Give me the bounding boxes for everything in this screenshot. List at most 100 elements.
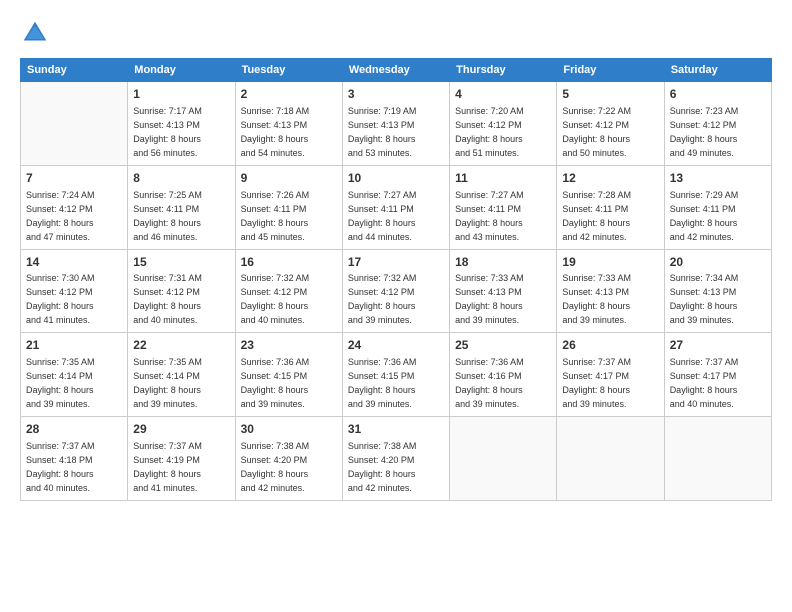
day-info: Sunrise: 7:22 AM Sunset: 4:12 PM Dayligh…: [562, 106, 631, 158]
day-number: 9: [241, 170, 337, 187]
day-cell: [450, 417, 557, 501]
day-info: Sunrise: 7:36 AM Sunset: 4:15 PM Dayligh…: [241, 357, 310, 409]
day-cell: 1Sunrise: 7:17 AM Sunset: 4:13 PM Daylig…: [128, 82, 235, 166]
day-info: Sunrise: 7:33 AM Sunset: 4:13 PM Dayligh…: [562, 273, 631, 325]
page: SundayMondayTuesdayWednesdayThursdayFrid…: [0, 0, 792, 612]
day-cell: 4 Sunrise: 7:20 AM Sunset: 4:12 PM Daylig…: [450, 82, 557, 166]
day-cell: 21 Sunrise: 7:35 AM Sunset: 4:14 PM Dayli…: [21, 333, 128, 417]
day-info: Sunrise: 7:37 AM Sunset: 4:17 PM Dayligh…: [562, 357, 631, 409]
logo-icon: [20, 18, 50, 48]
day-info: Sunrise: 7:35 AM Sunset: 4:14 PM Dayligh…: [26, 357, 95, 409]
day-info: Sunrise: 7:24 AM Sunset: 4:12 PM Dayligh…: [26, 190, 95, 242]
day-info: Sunrise: 7:23 AM Sunset: 4:12 PM Dayligh…: [670, 106, 739, 158]
day-info: Sunrise: 7:36 AM Sunset: 4:15 PM Dayligh…: [348, 357, 417, 409]
header-cell-sunday: Sunday: [21, 59, 128, 82]
day-cell: 13Sunrise: 7:29 AM Sunset: 4:11 PM Dayli…: [664, 165, 771, 249]
day-cell: 26 Sunrise: 7:37 AM Sunset: 4:17 PM Dayli…: [557, 333, 664, 417]
day-cell: 27 Sunrise: 7:37 AM Sunset: 4:17 PM Dayli…: [664, 333, 771, 417]
day-cell: 8 Sunrise: 7:25 AM Sunset: 4:11 PM Daylig…: [128, 165, 235, 249]
day-number: 13: [670, 170, 766, 187]
day-info: Sunrise: 7:38 AM Sunset: 4:20 PM Dayligh…: [348, 441, 417, 493]
day-cell: [557, 417, 664, 501]
day-cell: 31Sunrise: 7:38 AM Sunset: 4:20 PM Dayli…: [342, 417, 449, 501]
day-info: Sunrise: 7:32 AM Sunset: 4:12 PM Dayligh…: [241, 273, 310, 325]
day-info: Sunrise: 7:18 AM Sunset: 4:13 PM Dayligh…: [241, 106, 310, 158]
day-cell: 19 Sunrise: 7:33 AM Sunset: 4:13 PM Dayli…: [557, 249, 664, 333]
week-row-2: 14 Sunrise: 7:30 AM Sunset: 4:12 PM Dayli…: [21, 249, 772, 333]
day-number: 26: [562, 337, 658, 354]
header-row: SundayMondayTuesdayWednesdayThursdayFrid…: [21, 59, 772, 82]
day-number: 6: [670, 86, 766, 103]
week-row-4: 28 Sunrise: 7:37 AM Sunset: 4:18 PM Dayli…: [21, 417, 772, 501]
logo: [20, 18, 54, 48]
day-number: 19: [562, 254, 658, 271]
day-number: 18: [455, 254, 551, 271]
day-cell: 14 Sunrise: 7:30 AM Sunset: 4:12 PM Dayli…: [21, 249, 128, 333]
day-info: Sunrise: 7:17 AM Sunset: 4:13 PM Dayligh…: [133, 106, 202, 158]
header-cell-tuesday: Tuesday: [235, 59, 342, 82]
day-cell: 3 Sunrise: 7:19 AM Sunset: 4:13 PM Daylig…: [342, 82, 449, 166]
day-info: Sunrise: 7:35 AM Sunset: 4:14 PM Dayligh…: [133, 357, 202, 409]
day-number: 3: [348, 86, 444, 103]
day-info: Sunrise: 7:27 AM Sunset: 4:11 PM Dayligh…: [455, 190, 524, 242]
day-number: 28: [26, 421, 122, 438]
day-number: 30: [241, 421, 337, 438]
day-info: Sunrise: 7:32 AM Sunset: 4:12 PM Dayligh…: [348, 273, 417, 325]
day-number: 11: [455, 170, 551, 187]
day-cell: 15 Sunrise: 7:31 AM Sunset: 4:12 PM Dayli…: [128, 249, 235, 333]
day-cell: [21, 82, 128, 166]
day-number: 27: [670, 337, 766, 354]
day-number: 15: [133, 254, 229, 271]
day-cell: 18 Sunrise: 7:33 AM Sunset: 4:13 PM Dayli…: [450, 249, 557, 333]
day-info: Sunrise: 7:36 AM Sunset: 4:16 PM Dayligh…: [455, 357, 524, 409]
day-cell: 23 Sunrise: 7:36 AM Sunset: 4:15 PM Dayli…: [235, 333, 342, 417]
day-number: 22: [133, 337, 229, 354]
day-info: Sunrise: 7:37 AM Sunset: 4:18 PM Dayligh…: [26, 441, 95, 493]
day-cell: 6 Sunrise: 7:23 AM Sunset: 4:12 PM Daylig…: [664, 82, 771, 166]
day-number: 12: [562, 170, 658, 187]
day-number: 23: [241, 337, 337, 354]
day-number: 10: [348, 170, 444, 187]
calendar-table: SundayMondayTuesdayWednesdayThursdayFrid…: [20, 58, 772, 501]
day-info: Sunrise: 7:26 AM Sunset: 4:11 PM Dayligh…: [241, 190, 310, 242]
day-cell: 24 Sunrise: 7:36 AM Sunset: 4:15 PM Dayli…: [342, 333, 449, 417]
day-number: 7: [26, 170, 122, 187]
day-info: Sunrise: 7:20 AM Sunset: 4:12 PM Dayligh…: [455, 106, 524, 158]
day-number: 5: [562, 86, 658, 103]
day-cell: 2 Sunrise: 7:18 AM Sunset: 4:13 PM Daylig…: [235, 82, 342, 166]
day-number: 21: [26, 337, 122, 354]
week-row-3: 21 Sunrise: 7:35 AM Sunset: 4:14 PM Dayli…: [21, 333, 772, 417]
day-number: 4: [455, 86, 551, 103]
day-info: Sunrise: 7:19 AM Sunset: 4:13 PM Dayligh…: [348, 106, 417, 158]
day-info: Sunrise: 7:33 AM Sunset: 4:13 PM Dayligh…: [455, 273, 524, 325]
day-number: 24: [348, 337, 444, 354]
day-info: Sunrise: 7:30 AM Sunset: 4:12 PM Dayligh…: [26, 273, 95, 325]
day-info: Sunrise: 7:38 AM Sunset: 4:20 PM Dayligh…: [241, 441, 310, 493]
day-info: Sunrise: 7:31 AM Sunset: 4:12 PM Dayligh…: [133, 273, 202, 325]
day-cell: [664, 417, 771, 501]
day-number: 2: [241, 86, 337, 103]
week-row-0: 1Sunrise: 7:17 AM Sunset: 4:13 PM Daylig…: [21, 82, 772, 166]
day-cell: 29Sunrise: 7:37 AM Sunset: 4:19 PM Dayli…: [128, 417, 235, 501]
day-number: 17: [348, 254, 444, 271]
day-cell: 20Sunrise: 7:34 AM Sunset: 4:13 PM Dayli…: [664, 249, 771, 333]
day-cell: 22 Sunrise: 7:35 AM Sunset: 4:14 PM Dayli…: [128, 333, 235, 417]
day-cell: 5 Sunrise: 7:22 AM Sunset: 4:12 PM Daylig…: [557, 82, 664, 166]
day-cell: 12Sunrise: 7:28 AM Sunset: 4:11 PM Dayli…: [557, 165, 664, 249]
day-number: 25: [455, 337, 551, 354]
day-info: Sunrise: 7:37 AM Sunset: 4:17 PM Dayligh…: [670, 357, 739, 409]
day-info: Sunrise: 7:27 AM Sunset: 4:11 PM Dayligh…: [348, 190, 417, 242]
header-cell-saturday: Saturday: [664, 59, 771, 82]
day-number: 8: [133, 170, 229, 187]
header: [20, 18, 772, 48]
week-row-1: 7 Sunrise: 7:24 AM Sunset: 4:12 PM Daylig…: [21, 165, 772, 249]
day-info: Sunrise: 7:25 AM Sunset: 4:11 PM Dayligh…: [133, 190, 202, 242]
day-info: Sunrise: 7:37 AM Sunset: 4:19 PM Dayligh…: [133, 441, 202, 493]
day-cell: 10 Sunrise: 7:27 AM Sunset: 4:11 PM Dayli…: [342, 165, 449, 249]
header-cell-friday: Friday: [557, 59, 664, 82]
day-cell: 28 Sunrise: 7:37 AM Sunset: 4:18 PM Dayli…: [21, 417, 128, 501]
day-number: 14: [26, 254, 122, 271]
day-cell: 9 Sunrise: 7:26 AM Sunset: 4:11 PM Daylig…: [235, 165, 342, 249]
day-number: 16: [241, 254, 337, 271]
day-cell: 11 Sunrise: 7:27 AM Sunset: 4:11 PM Dayli…: [450, 165, 557, 249]
